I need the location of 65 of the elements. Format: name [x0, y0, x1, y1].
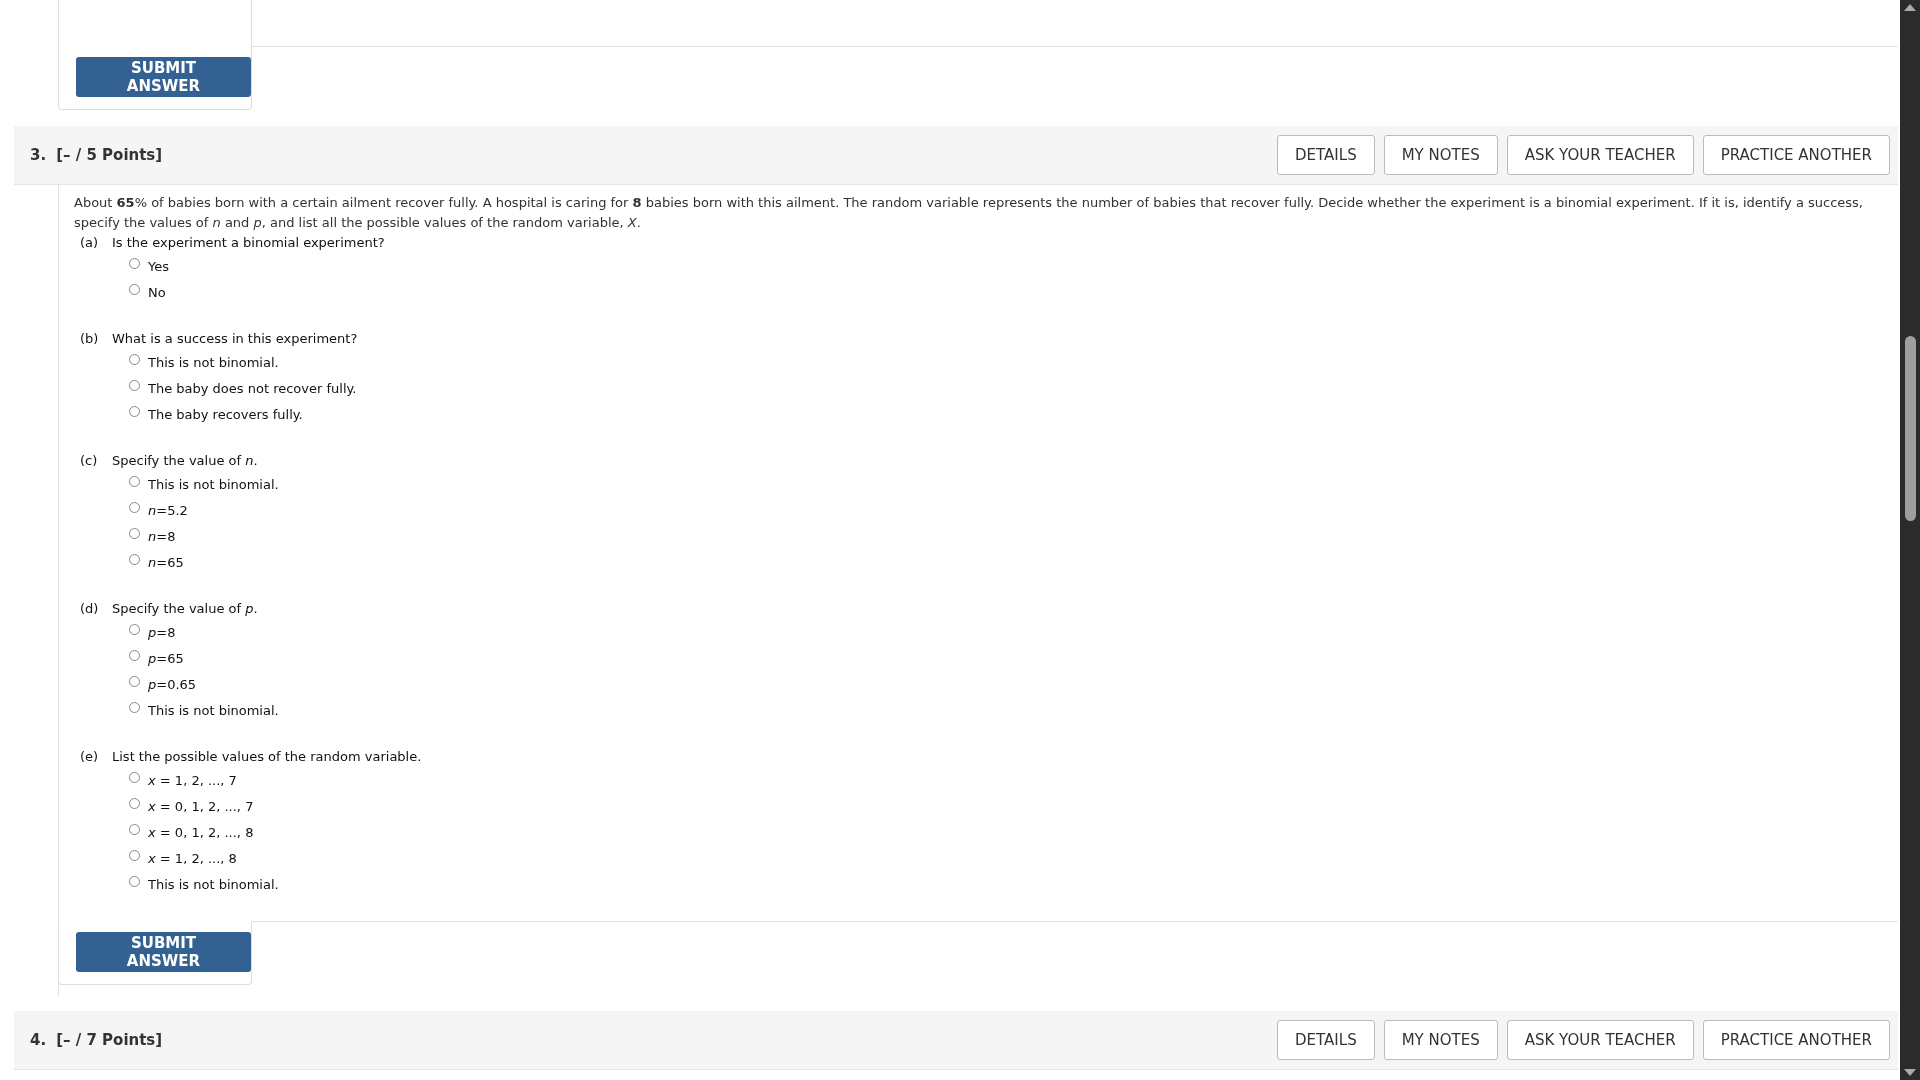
submit-answer-button[interactable]: SUBMIT ANSWER — [76, 932, 251, 972]
question-number: 3. — [30, 146, 47, 164]
part-label: (e) — [80, 748, 100, 766]
option-label[interactable]: No — [148, 284, 166, 300]
radio-button[interactable] — [129, 257, 140, 269]
option-label[interactable]: This is not binomial. — [148, 876, 279, 892]
part-prompt: What is a success in this experiment? — [112, 330, 358, 348]
radio-button[interactable] — [129, 283, 140, 295]
radio-button[interactable] — [129, 405, 140, 417]
radio-button[interactable] — [129, 379, 140, 391]
part-prompt: Is the experiment a binomial experiment? — [112, 234, 385, 252]
option-label[interactable]: n=65 — [148, 554, 184, 570]
part-label: (b) — [80, 330, 100, 348]
option-label[interactable]: x = 1, 2, ..., 7 — [148, 772, 237, 788]
question-action-button[interactable]: MY NOTES — [1383, 135, 1498, 175]
question-action-button[interactable]: ASK YOUR TEACHER — [1506, 1020, 1694, 1060]
question-action-button[interactable]: PRACTICE ANOTHER — [1702, 1020, 1890, 1060]
option-label[interactable]: n=5.2 — [148, 502, 188, 518]
question-action-button[interactable]: DETAILS — [1277, 135, 1375, 175]
question-action-button[interactable]: DETAILS — [1277, 1020, 1375, 1060]
option-label[interactable]: This is not binomial. — [148, 702, 279, 718]
submit-answer-button[interactable]: SUBMIT ANSWER — [76, 57, 251, 97]
option-label[interactable]: p=0.65 — [148, 676, 197, 692]
option-label[interactable]: Yes — [148, 258, 169, 274]
option-label[interactable]: x = 0, 1, 2, ..., 7 — [148, 798, 254, 814]
scroll-up-icon[interactable] — [1904, 4, 1916, 11]
option-label[interactable]: This is not binomial. — [148, 476, 279, 492]
question-action-button[interactable]: PRACTICE ANOTHER — [1702, 135, 1890, 175]
option-label[interactable]: x = 1, 2, ..., 8 — [148, 850, 237, 866]
radio-button[interactable] — [129, 501, 140, 513]
question-action-button[interactable]: MY NOTES — [1383, 1020, 1498, 1060]
question-points: [– / 7 Points] — [56, 1031, 163, 1049]
option-label[interactable]: The baby recovers fully. — [148, 406, 303, 422]
radio-button[interactable] — [129, 849, 140, 861]
option-label[interactable]: p=8 — [148, 624, 176, 640]
part-label: (c) — [80, 452, 99, 470]
radio-button[interactable] — [129, 353, 140, 365]
part-label: (a) — [80, 234, 100, 252]
radio-button[interactable] — [129, 475, 140, 487]
option-label[interactable]: The baby does not recover fully. — [148, 380, 357, 396]
part-prompt: Specify the value of p. — [112, 600, 258, 618]
question-points: [– / 5 Points] — [56, 146, 163, 164]
scrollbar[interactable] — [1900, 0, 1920, 1080]
question-number: 4. — [30, 1031, 47, 1049]
radio-button[interactable] — [129, 675, 140, 687]
option-label[interactable]: This is not binomial. — [148, 354, 279, 370]
radio-button[interactable] — [129, 701, 140, 713]
radio-button[interactable] — [129, 797, 140, 809]
option-label[interactable]: p=65 — [148, 650, 184, 666]
part-label: (d) — [80, 600, 100, 618]
radio-button[interactable] — [129, 649, 140, 661]
question-action-button[interactable]: ASK YOUR TEACHER — [1506, 135, 1694, 175]
radio-button[interactable] — [129, 823, 140, 835]
radio-button[interactable] — [129, 875, 140, 887]
radio-button[interactable] — [129, 553, 140, 565]
question-text: About 65% of babies born with a certain ailment recover fully. A hospital is caring for 8 babies born with this ailment. The random variable represents the number of babies that recover fully. Decide whether the experiment is a binomial experiment. If it is, identify a success, specify the values of n and p, and list all the possible values of the random variable, X. — [74, 194, 1864, 232]
option-label[interactable]: n=8 — [148, 528, 176, 544]
part-prompt: Specify the value of n. — [112, 452, 258, 470]
radio-button[interactable] — [129, 771, 140, 783]
scroll-down-icon[interactable] — [1904, 1069, 1916, 1076]
radio-button[interactable] — [129, 623, 140, 635]
option-label[interactable]: x = 0, 1, 2, ..., 8 — [148, 824, 254, 840]
radio-button[interactable] — [129, 527, 140, 539]
scrollbar-thumb[interactable] — [1904, 336, 1916, 521]
part-prompt: List the possible values of the random variable. — [112, 748, 422, 766]
